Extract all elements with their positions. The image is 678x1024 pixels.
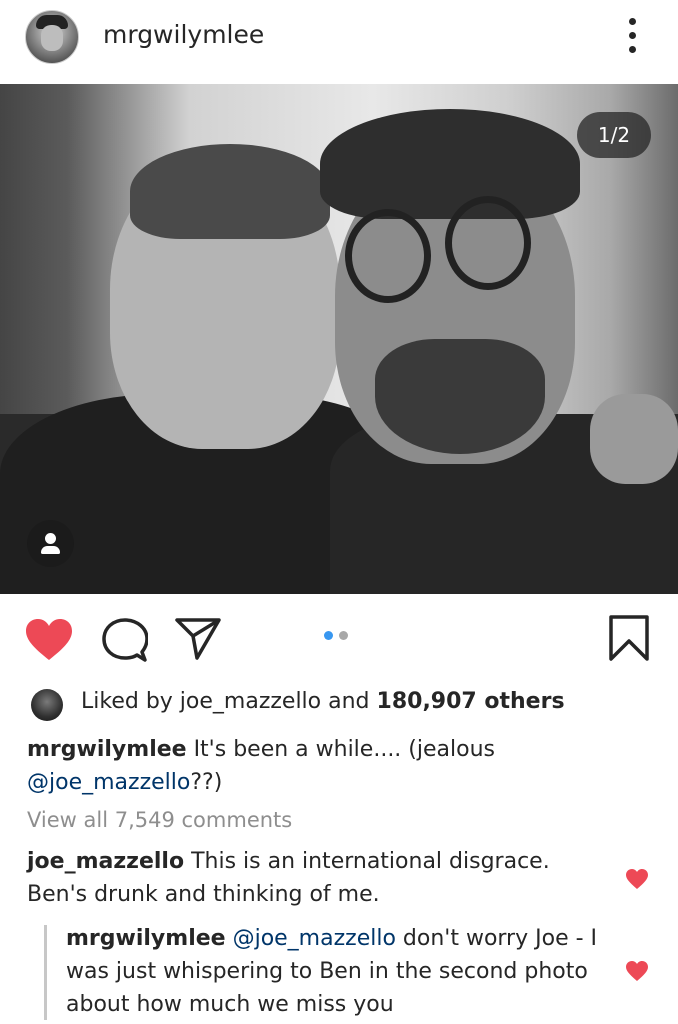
reply-thread-line <box>44 925 47 1020</box>
caption-author[interactable]: mrgwilymlee <box>27 737 187 762</box>
reply-author[interactable]: mrgwilymlee <box>66 926 226 951</box>
comment-reply-item: mrgwilymlee @joe_mazzello don't worry Jo… <box>66 922 606 1021</box>
likes-middle: and <box>321 689 377 714</box>
send-icon[interactable] <box>175 616 221 660</box>
likes-count[interactable]: 180,907 others <box>377 689 565 714</box>
heart-filled-icon[interactable] <box>24 618 74 662</box>
carousel-dot <box>339 631 348 640</box>
post-username[interactable]: mrgwilymlee <box>103 20 264 49</box>
caption-text-end: ??) <box>190 770 223 795</box>
photo-counter-badge: 1/2 <box>577 112 651 158</box>
caption-text: It's been a while.... (jealous <box>186 737 495 762</box>
comment-icon[interactable] <box>102 618 148 662</box>
bookmark-icon[interactable] <box>608 614 650 662</box>
person-icon[interactable] <box>27 520 74 567</box>
action-bar <box>0 594 678 684</box>
reply-mention[interactable]: @joe_mazzello <box>233 926 396 951</box>
profile-avatar[interactable] <box>25 10 79 64</box>
likes-row[interactable]: Liked by joe_mazzello and 180,907 others <box>31 688 671 722</box>
photo-person-right-beard <box>375 339 545 454</box>
photo-hand <box>590 394 678 484</box>
comment-like-heart-icon[interactable] <box>625 868 649 890</box>
avatar-face <box>41 25 63 51</box>
view-all-comments-link[interactable]: View all 7,549 comments <box>27 808 292 832</box>
person-icon-head <box>45 533 56 544</box>
likes-text: Liked by joe_mazzello and 180,907 others <box>81 689 565 714</box>
post-photo[interactable] <box>0 84 678 594</box>
more-vertical-icon[interactable] <box>620 14 644 58</box>
photo-person-left-hair <box>130 144 330 239</box>
photo-person-right-hair <box>320 109 580 219</box>
liked-by-avatar[interactable] <box>31 689 63 721</box>
carousel-dot-active <box>324 631 333 640</box>
reply-like-heart-icon[interactable] <box>625 960 649 982</box>
likes-user[interactable]: joe_mazzello <box>180 689 321 714</box>
person-icon-body <box>41 546 60 554</box>
caption-mention[interactable]: @joe_mazzello <box>27 770 190 795</box>
post-caption: mrgwilymlee It's been a while.... (jealo… <box>27 733 647 799</box>
likes-prefix: Liked by <box>81 689 180 714</box>
photo-glasses-left-lens <box>345 209 431 303</box>
comment-item: joe_mazzello This is an international di… <box>27 845 607 911</box>
comment-author[interactable]: joe_mazzello <box>27 849 184 874</box>
post-header: mrgwilymlee <box>0 0 678 84</box>
photo-glasses-right-lens <box>445 196 531 290</box>
